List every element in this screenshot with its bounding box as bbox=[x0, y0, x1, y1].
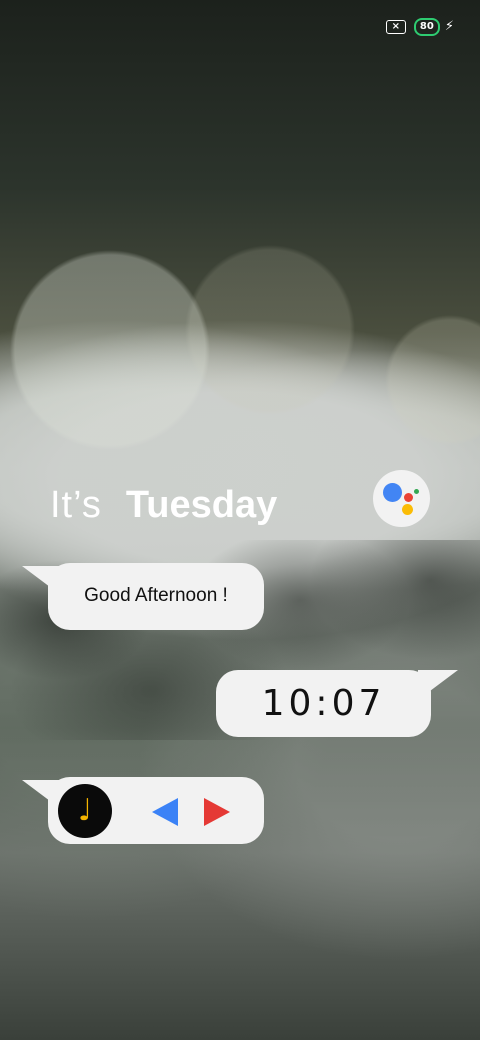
sim-off-icon: × bbox=[385, 20, 406, 34]
heading-prefix: It’s bbox=[50, 484, 102, 526]
battery-level: 80 bbox=[419, 21, 434, 32]
google-assistant-button[interactable] bbox=[373, 470, 430, 527]
next-icon[interactable] bbox=[204, 798, 230, 826]
bolt-icon: ⚡ bbox=[444, 19, 454, 34]
google-assistant-icon bbox=[383, 483, 402, 502]
status-bar: × 80 ⚡ bbox=[385, 18, 454, 36]
greeting-text: Good Afternoon ! bbox=[84, 585, 228, 606]
previous-icon[interactable] bbox=[152, 798, 178, 826]
music-note-icon[interactable]: ♩ bbox=[58, 784, 112, 838]
clock-time: 10:07 bbox=[261, 683, 386, 724]
greeting-bubble: Good Afternoon ! bbox=[48, 563, 264, 630]
clock-bubble[interactable]: 10:07 bbox=[216, 670, 431, 737]
assistant-dot-red bbox=[404, 493, 413, 502]
assistant-dot-green bbox=[414, 489, 419, 494]
battery-icon: 80 bbox=[413, 18, 440, 36]
assistant-dot-yellow bbox=[402, 504, 413, 515]
day-heading: It’s Tuesday bbox=[50, 484, 277, 527]
music-widget: ♩ bbox=[48, 777, 264, 844]
day-name: Tuesday bbox=[125, 484, 278, 526]
